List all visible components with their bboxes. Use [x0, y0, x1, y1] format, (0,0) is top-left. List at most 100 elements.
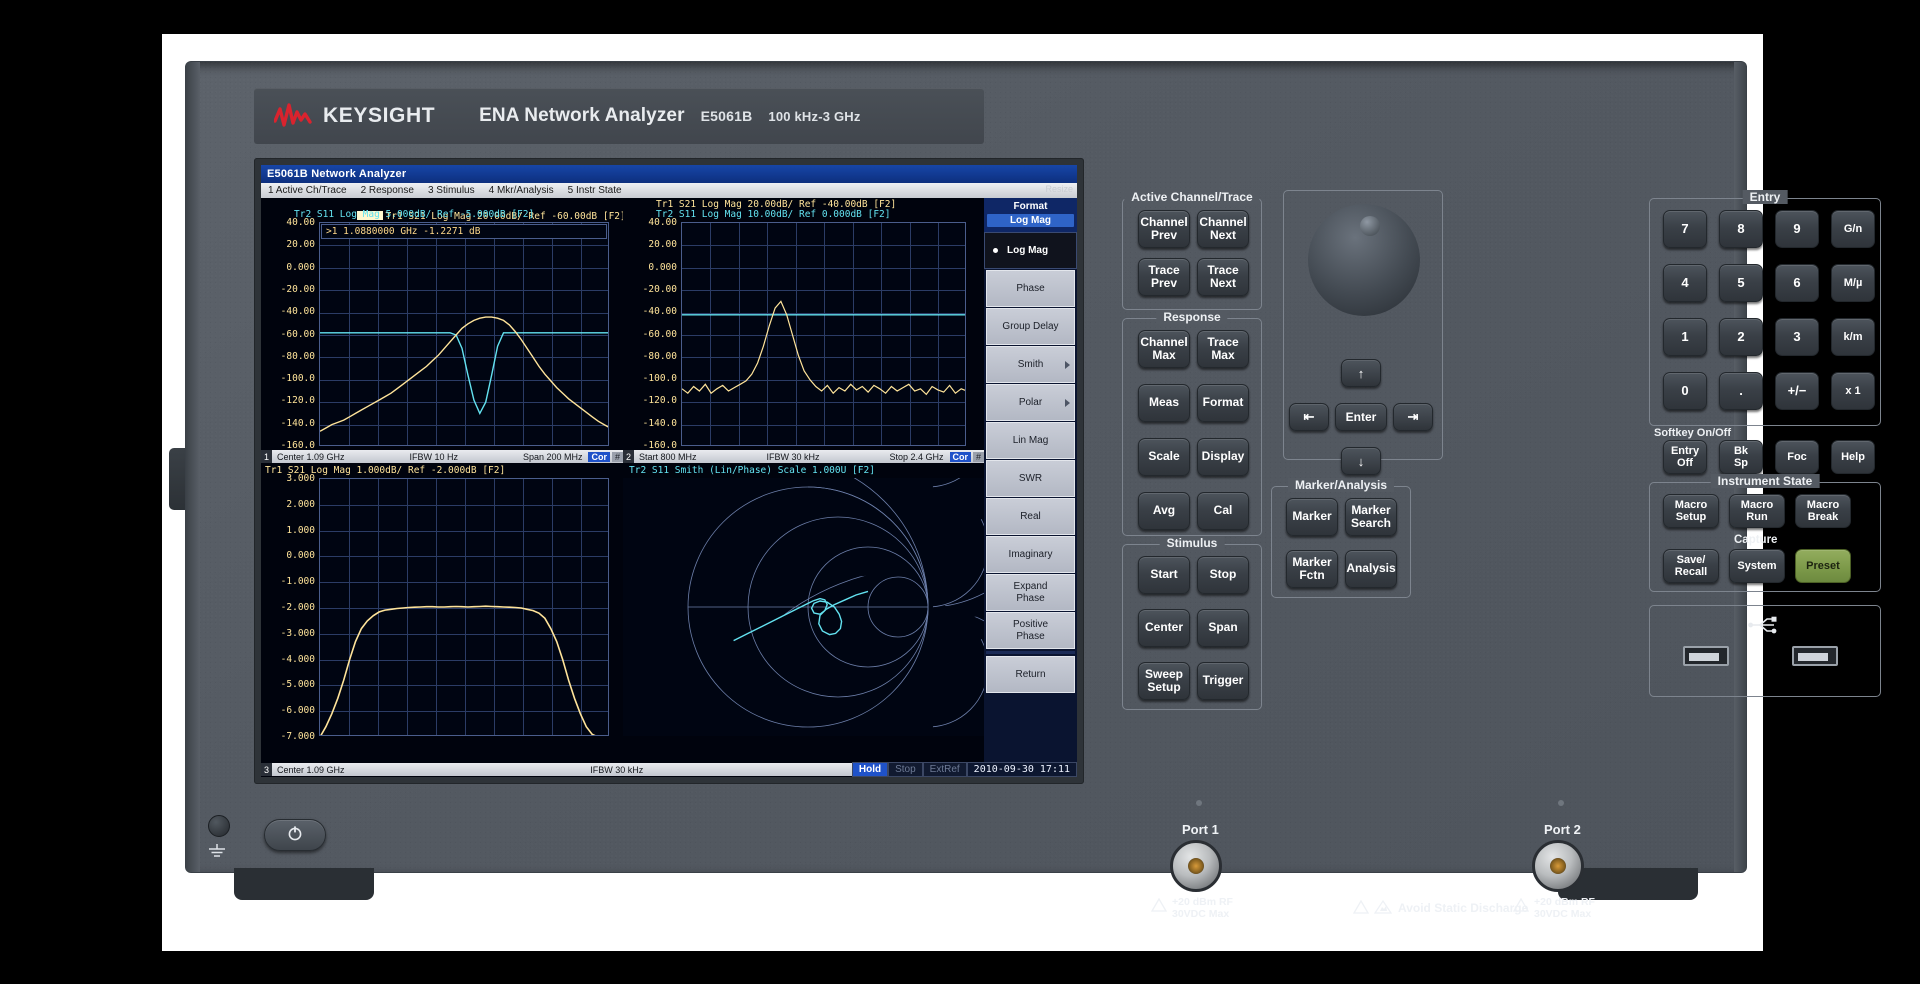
status-hold[interactable]: Hold	[852, 762, 888, 777]
ground-terminal[interactable]	[208, 815, 230, 837]
softkey-real[interactable]: Real	[986, 498, 1075, 535]
key-arrow-up[interactable]: ↑	[1341, 359, 1381, 387]
resize-label[interactable]: Resize	[1045, 184, 1073, 194]
channel-1-ifbw[interactable]: IFBW 10 Hz	[409, 452, 458, 462]
softkey-polar[interactable]: Polar	[986, 384, 1075, 421]
key-g-n[interactable]: G/n	[1831, 210, 1875, 248]
channel-3-ifbw[interactable]: IFBW 30 kHz	[590, 765, 643, 775]
rotary-knob[interactable]	[1308, 204, 1420, 316]
key-9[interactable]: 9	[1775, 210, 1819, 248]
key-8[interactable]: 8	[1719, 210, 1763, 248]
menu-item-stimulus[interactable]: 3 Stimulus	[428, 185, 475, 196]
softkey-swr[interactable]: SWR	[986, 460, 1075, 497]
key-analysis[interactable]: Analysis	[1345, 550, 1397, 588]
key-k-m[interactable]: k/m	[1831, 318, 1875, 356]
softkey-panel[interactable]: Format Log Mag Log Mag PhaseGroup DelayS…	[984, 198, 1077, 777]
softkey-lin-mag[interactable]: Lin Mag	[986, 422, 1075, 459]
key-marker[interactable]: Marker	[1286, 498, 1338, 536]
usb-port-2[interactable]	[1792, 646, 1838, 666]
key-channel-prev[interactable]: ChannelPrev	[1138, 210, 1190, 248]
key-channel-max[interactable]: ChannelMax	[1138, 330, 1190, 368]
key-plus-minus[interactable]: +/−	[1775, 372, 1819, 410]
channel-3-logmag-plot[interactable]	[319, 478, 609, 736]
channel-3-pane[interactable]: Tr1 S21 Log Mag 1.000dB/ Ref -2.000dB [F…	[261, 464, 984, 777]
key-decimal-point[interactable]: .	[1719, 372, 1763, 410]
channel-2-pane[interactable]: Tr1 S21 Log Mag 20.00dB/ Ref -40.00dB [F…	[623, 198, 984, 488]
softkey-log-mag[interactable]: Log Mag	[984, 232, 1077, 269]
key-channel-next[interactable]: ChannelNext	[1197, 210, 1249, 248]
channel-3-center[interactable]: Center 1.09 GHz	[277, 765, 345, 775]
key-save-recall[interactable]: Save/Recall	[1663, 549, 1719, 583]
key-system[interactable]: System	[1729, 549, 1785, 583]
key-start[interactable]: Start	[1138, 556, 1190, 594]
key-times-1[interactable]: x 1	[1831, 372, 1875, 410]
port-2-connector[interactable]	[1532, 840, 1584, 892]
key-cal[interactable]: Cal	[1197, 492, 1249, 530]
key-entry-off[interactable]: EntryOff	[1663, 440, 1707, 474]
status-stop[interactable]: Stop	[888, 762, 923, 777]
key-macro-setup[interactable]: MacroSetup	[1663, 494, 1719, 528]
channel-3-smith-plot[interactable]	[623, 478, 984, 736]
key-trigger[interactable]: Trigger	[1197, 662, 1249, 700]
key-4[interactable]: 4	[1663, 264, 1707, 302]
instrument-screen[interactable]: E5061B Network Analyzer 1 Active Ch/Trac…	[261, 165, 1077, 777]
key-trace-next[interactable]: TraceNext	[1197, 258, 1249, 296]
key-macro-break[interactable]: MacroBreak	[1795, 494, 1851, 528]
key-avg[interactable]: Avg	[1138, 492, 1190, 530]
key-arrow-down[interactable]: ↓	[1341, 447, 1381, 475]
key-arrow-right[interactable]: ⇥	[1393, 403, 1433, 431]
key-marker-search[interactable]: MarkerSearch	[1345, 498, 1397, 536]
key-trace-max[interactable]: TraceMax	[1197, 330, 1249, 368]
softkey-group-delay[interactable]: Group Delay	[986, 308, 1075, 345]
channel-1-pane[interactable]: Tr1 S21 Log Mag 20.00dB/ Ref -60.00dB [F…	[261, 198, 623, 488]
channel-1-center[interactable]: Center 1.09 GHz	[277, 452, 345, 462]
power-button[interactable]	[264, 819, 326, 851]
channel-2-stop[interactable]: Stop 2.4 GHz	[889, 452, 943, 462]
key-7[interactable]: 7	[1663, 210, 1707, 248]
softkey-positive-phase[interactable]: PositivePhase	[986, 612, 1075, 649]
key-3[interactable]: 3	[1775, 318, 1819, 356]
channel-1-plot[interactable]: >1 1.0880000 GHz -1.2271 dB	[319, 222, 609, 446]
key-span[interactable]: Span	[1197, 609, 1249, 647]
key-arrow-left[interactable]: ⇤	[1289, 403, 1329, 431]
key-meas[interactable]: Meas	[1138, 384, 1190, 422]
key-bk-sp[interactable]: BkSp	[1719, 440, 1763, 474]
menu-item-active-ch-trace[interactable]: 1 Active Ch/Trace	[268, 185, 347, 196]
softkey-smith[interactable]: Smith	[986, 346, 1075, 383]
menu-item-mkr-analysis[interactable]: 4 Mkr/Analysis	[489, 185, 554, 196]
menu-item-instr-state[interactable]: 5 Instr State	[568, 185, 622, 196]
softkey-phase[interactable]: Phase	[986, 270, 1075, 307]
softkey-imaginary[interactable]: Imaginary	[986, 536, 1075, 573]
key-m-micro[interactable]: M/µ	[1831, 264, 1875, 302]
usb-port-1[interactable]	[1683, 646, 1729, 666]
key-stop[interactable]: Stop	[1197, 556, 1249, 594]
port-1-connector[interactable]	[1170, 840, 1222, 892]
key-preset[interactable]: Preset	[1795, 549, 1851, 583]
key-marker-fctn[interactable]: MarkerFctn	[1286, 550, 1338, 588]
channel-2-start[interactable]: Start 800 MHz	[639, 452, 697, 462]
softkey-expand-phase[interactable]: ExpandPhase	[986, 574, 1075, 611]
key-1[interactable]: 1	[1663, 318, 1707, 356]
channel-2-plot[interactable]	[681, 222, 966, 446]
channel-2-ifbw[interactable]: IFBW 30 kHz	[767, 452, 820, 462]
channel-1-status-bar[interactable]: 1 Center 1.09 GHz IFBW 10 Hz Span 200 MH…	[261, 450, 623, 463]
key-0[interactable]: 0	[1663, 372, 1707, 410]
softkey-list[interactable]: PhaseGroup DelaySmithPolarLin MagSWRReal…	[984, 269, 1077, 650]
key-help[interactable]: Help	[1831, 440, 1875, 474]
key-5[interactable]: 5	[1719, 264, 1763, 302]
key-scale[interactable]: Scale	[1138, 438, 1190, 476]
softkey-return[interactable]: Return	[986, 656, 1075, 693]
key-enter[interactable]: Enter	[1335, 403, 1387, 431]
key-format[interactable]: Format	[1197, 384, 1249, 422]
key-trace-prev[interactable]: TracePrev	[1138, 258, 1190, 296]
channel-2-status-bar[interactable]: 2 Start 800 MHz IFBW 30 kHz Stop 2.4 GHz…	[623, 450, 984, 463]
menu-item-response[interactable]: 2 Response	[361, 185, 414, 196]
key-display[interactable]: Display	[1197, 438, 1249, 476]
channel-1-span[interactable]: Span 200 MHz	[523, 452, 583, 462]
key-foc[interactable]: Foc	[1775, 440, 1819, 474]
key-center[interactable]: Center	[1138, 609, 1190, 647]
key-6[interactable]: 6	[1775, 264, 1819, 302]
menu-bar[interactable]: 1 Active Ch/Trace 2 Response 3 Stimulus …	[261, 183, 1077, 198]
key-sweep-setup[interactable]: SweepSetup	[1138, 662, 1190, 700]
key-macro-run[interactable]: MacroRun	[1729, 494, 1785, 528]
